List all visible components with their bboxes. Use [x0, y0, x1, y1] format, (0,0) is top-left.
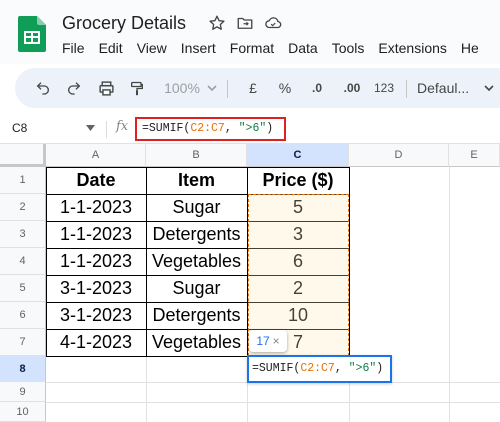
fx-icon: fx [116, 119, 129, 134]
column-header-a[interactable]: A [46, 144, 146, 167]
cell-a3[interactable]: 1-1-2023 [46, 221, 146, 248]
menu-tools[interactable]: Tools [332, 40, 365, 56]
cell-b5[interactable]: Sugar [146, 275, 247, 302]
undo-icon[interactable] [31, 76, 55, 100]
paint-format-icon[interactable] [125, 76, 149, 100]
cell-b2[interactable]: Sugar [146, 194, 247, 221]
select-all-corner[interactable] [0, 144, 46, 167]
menu-format[interactable]: Format [230, 40, 274, 56]
row-header-1[interactable]: 1 [0, 167, 46, 194]
menu-edit[interactable]: Edit [99, 40, 123, 56]
formula-separator: , [224, 122, 239, 135]
editor-function: =SUMIF( [252, 362, 301, 375]
close-icon[interactable]: × [273, 334, 280, 348]
print-icon[interactable] [94, 76, 118, 100]
name-box[interactable]: C8 [12, 121, 27, 135]
row-header-7[interactable]: 7 [0, 329, 46, 356]
document-title[interactable]: Grocery Details [62, 13, 186, 34]
menu-insert[interactable]: Insert [181, 40, 216, 56]
formula-bar-divider [106, 121, 107, 138]
formula-input[interactable]: =SUMIF(C2:C7, ">6") [135, 117, 286, 141]
row-header-2[interactable]: 2 [0, 194, 46, 221]
row-header-9[interactable]: 9 [0, 382, 46, 402]
editor-range-ref: C2:C7 [300, 362, 335, 375]
row-header-8[interactable]: 8 [0, 356, 46, 382]
row-header-10[interactable]: 10 [0, 402, 46, 422]
cell-a1[interactable]: Date [46, 167, 146, 194]
toolbar: 100% £ % .0 .00 123 Defaul... [15, 68, 500, 108]
row-header-3[interactable]: 3 [0, 221, 46, 248]
editor-criteria: ">6" [348, 362, 377, 375]
font-family-select[interactable]: Defaul... [417, 76, 477, 100]
menu-bar: File Edit View Insert Format Data Tools … [62, 40, 493, 56]
cell-c1[interactable]: Price ($) [247, 167, 349, 194]
hint-value: 17 [256, 334, 270, 348]
row-header-4[interactable]: 4 [0, 248, 46, 275]
column-header-e[interactable]: E [449, 144, 500, 167]
currency-format-button[interactable]: £ [243, 76, 263, 100]
cell-a4[interactable]: 1-1-2023 [46, 248, 146, 275]
cell-editor-c8[interactable]: =SUMIF(C2:C7, ">6") [247, 355, 392, 383]
cell-b7[interactable]: Vegetables [146, 329, 247, 356]
sheets-logo-icon[interactable] [18, 16, 46, 52]
menu-view[interactable]: View [137, 40, 167, 56]
move-folder-icon[interactable] [234, 12, 256, 34]
cell-b6[interactable]: Detergents [146, 302, 247, 329]
row-header-5[interactable]: 5 [0, 275, 46, 302]
zoom-select[interactable]: 100% [160, 76, 204, 100]
cell-b1[interactable]: Item [146, 167, 247, 194]
title-bar: Grocery Details File Edit View Insert Fo… [0, 0, 500, 64]
formula-function: =SUMIF( [142, 122, 191, 135]
column-header-b[interactable]: B [146, 144, 247, 167]
redo-icon[interactable] [62, 76, 86, 100]
editor-separator: , [334, 362, 349, 375]
decrease-decimal-button[interactable]: .0 [305, 76, 329, 100]
cell-b4[interactable]: Vegetables [146, 248, 247, 275]
toolbar-divider [406, 80, 407, 98]
editor-close-paren: ) [376, 362, 384, 375]
formula-range-ref: C2:C7 [190, 122, 225, 135]
name-box-dropdown-icon[interactable] [86, 125, 95, 131]
column-header-c[interactable]: C [247, 144, 349, 167]
formula-bar: C8 fx =SUMIF(C2:C7, ">6") [0, 114, 500, 144]
cell-a2[interactable]: 1-1-2023 [46, 194, 146, 221]
row-header-6[interactable]: 6 [0, 302, 46, 329]
zoom-dropdown-icon[interactable] [206, 76, 218, 100]
percent-format-button[interactable]: % [273, 76, 297, 100]
menu-help[interactable]: He [461, 40, 479, 56]
toolbar-divider [227, 80, 228, 98]
menu-data[interactable]: Data [288, 40, 318, 56]
gridline [449, 167, 450, 422]
cell-a6[interactable]: 3-1-2023 [46, 302, 146, 329]
gridline [46, 402, 500, 403]
formula-criteria: ">6" [238, 122, 267, 135]
font-dropdown-icon[interactable] [483, 76, 495, 100]
menu-file[interactable]: File [62, 40, 85, 56]
star-icon[interactable] [206, 12, 228, 34]
increase-decimal-button[interactable]: .00 [337, 76, 367, 100]
column-header-d[interactable]: D [349, 144, 449, 167]
cell-b3[interactable]: Detergents [146, 221, 247, 248]
formula-result-hint[interactable]: 17 × [249, 330, 287, 352]
gridline [349, 167, 350, 422]
formula-close-paren: ) [266, 122, 274, 135]
cell-a7[interactable]: 4-1-2023 [46, 329, 146, 356]
menu-extensions[interactable]: Extensions [378, 40, 446, 56]
more-formats-button[interactable]: 123 [371, 76, 397, 100]
cloud-status-icon[interactable] [262, 12, 284, 34]
cell-a5[interactable]: 3-1-2023 [46, 275, 146, 302]
